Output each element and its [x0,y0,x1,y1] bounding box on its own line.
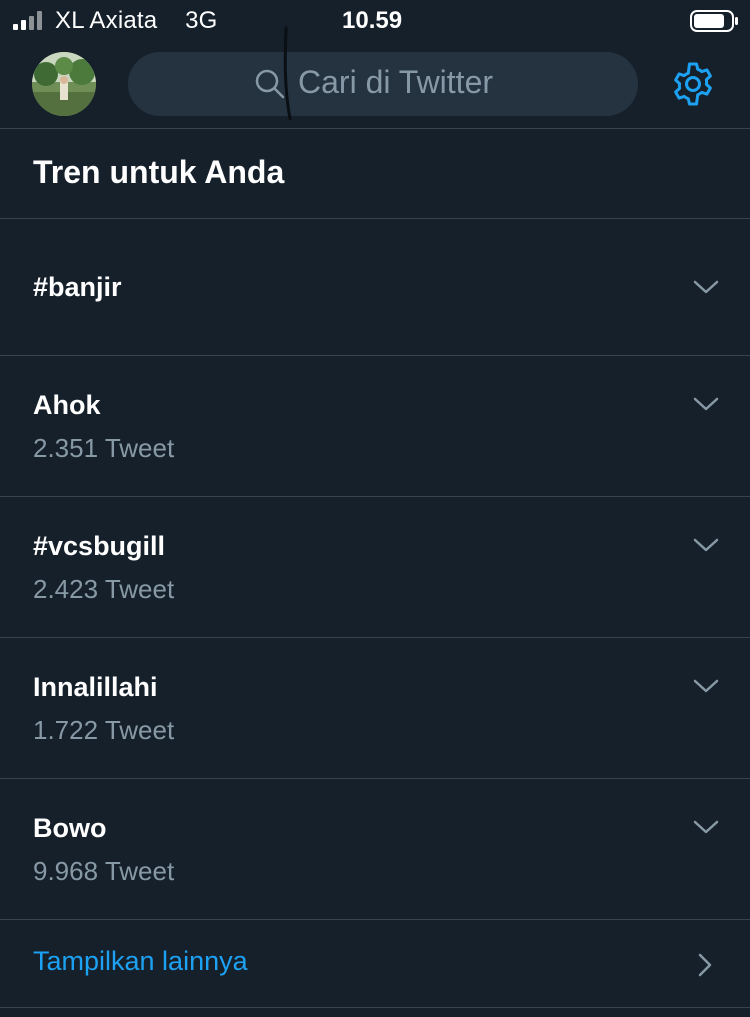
header-divider [0,128,750,129]
trend-name: #vcsbugill [33,531,166,561]
status-time: 10.59 [342,7,403,34]
trend-item[interactable]: Ahok 2.351 Tweet [0,356,750,496]
signal-icon [13,11,42,30]
chevron-down-icon[interactable] [692,536,720,554]
divider [0,919,750,920]
divider [0,1007,750,1008]
trend-name: Bowo [33,813,107,843]
trend-tweet-count: 2.423 Tweet [33,574,175,604]
battery-icon [690,10,738,32]
carrier-name: XL Axiata [55,7,158,34]
section-title: Tren untuk Anda [33,154,285,190]
avatar[interactable] [32,52,96,116]
trend-name: #banjir [33,272,122,302]
chevron-down-icon[interactable] [692,677,720,695]
network-type: 3G [185,7,218,34]
chevron-down-icon[interactable] [692,278,720,296]
carrier-label: XL Axiata 3G [55,7,217,35]
chevron-right-icon[interactable] [696,952,714,978]
pen-mark [283,26,292,121]
trend-tweet-count: 9.968 Tweet [33,856,175,886]
search-placeholder: Cari di Twitter [298,64,494,100]
status-bar: XL Axiata 3G 10.59 [0,0,750,42]
gear-icon[interactable] [670,61,716,107]
show-more-link[interactable]: Tampilkan lainnya [33,946,248,977]
trend-item[interactable]: #vcsbugill 2.423 Tweet [0,497,750,637]
chevron-down-icon[interactable] [692,818,720,836]
trend-item[interactable]: #banjir [0,219,750,355]
avatar-photo [32,52,96,116]
chevron-down-icon[interactable] [692,395,720,413]
trend-tweet-count: 2.351 Tweet [33,433,175,463]
trend-item[interactable]: Innalillahi 1.722 Tweet [0,638,750,778]
trend-name: Ahok [33,390,101,420]
trend-tweet-count: 1.722 Tweet [33,715,175,745]
trend-item[interactable]: Bowo 9.968 Tweet [0,779,750,919]
trend-name: Innalillahi [33,672,158,702]
